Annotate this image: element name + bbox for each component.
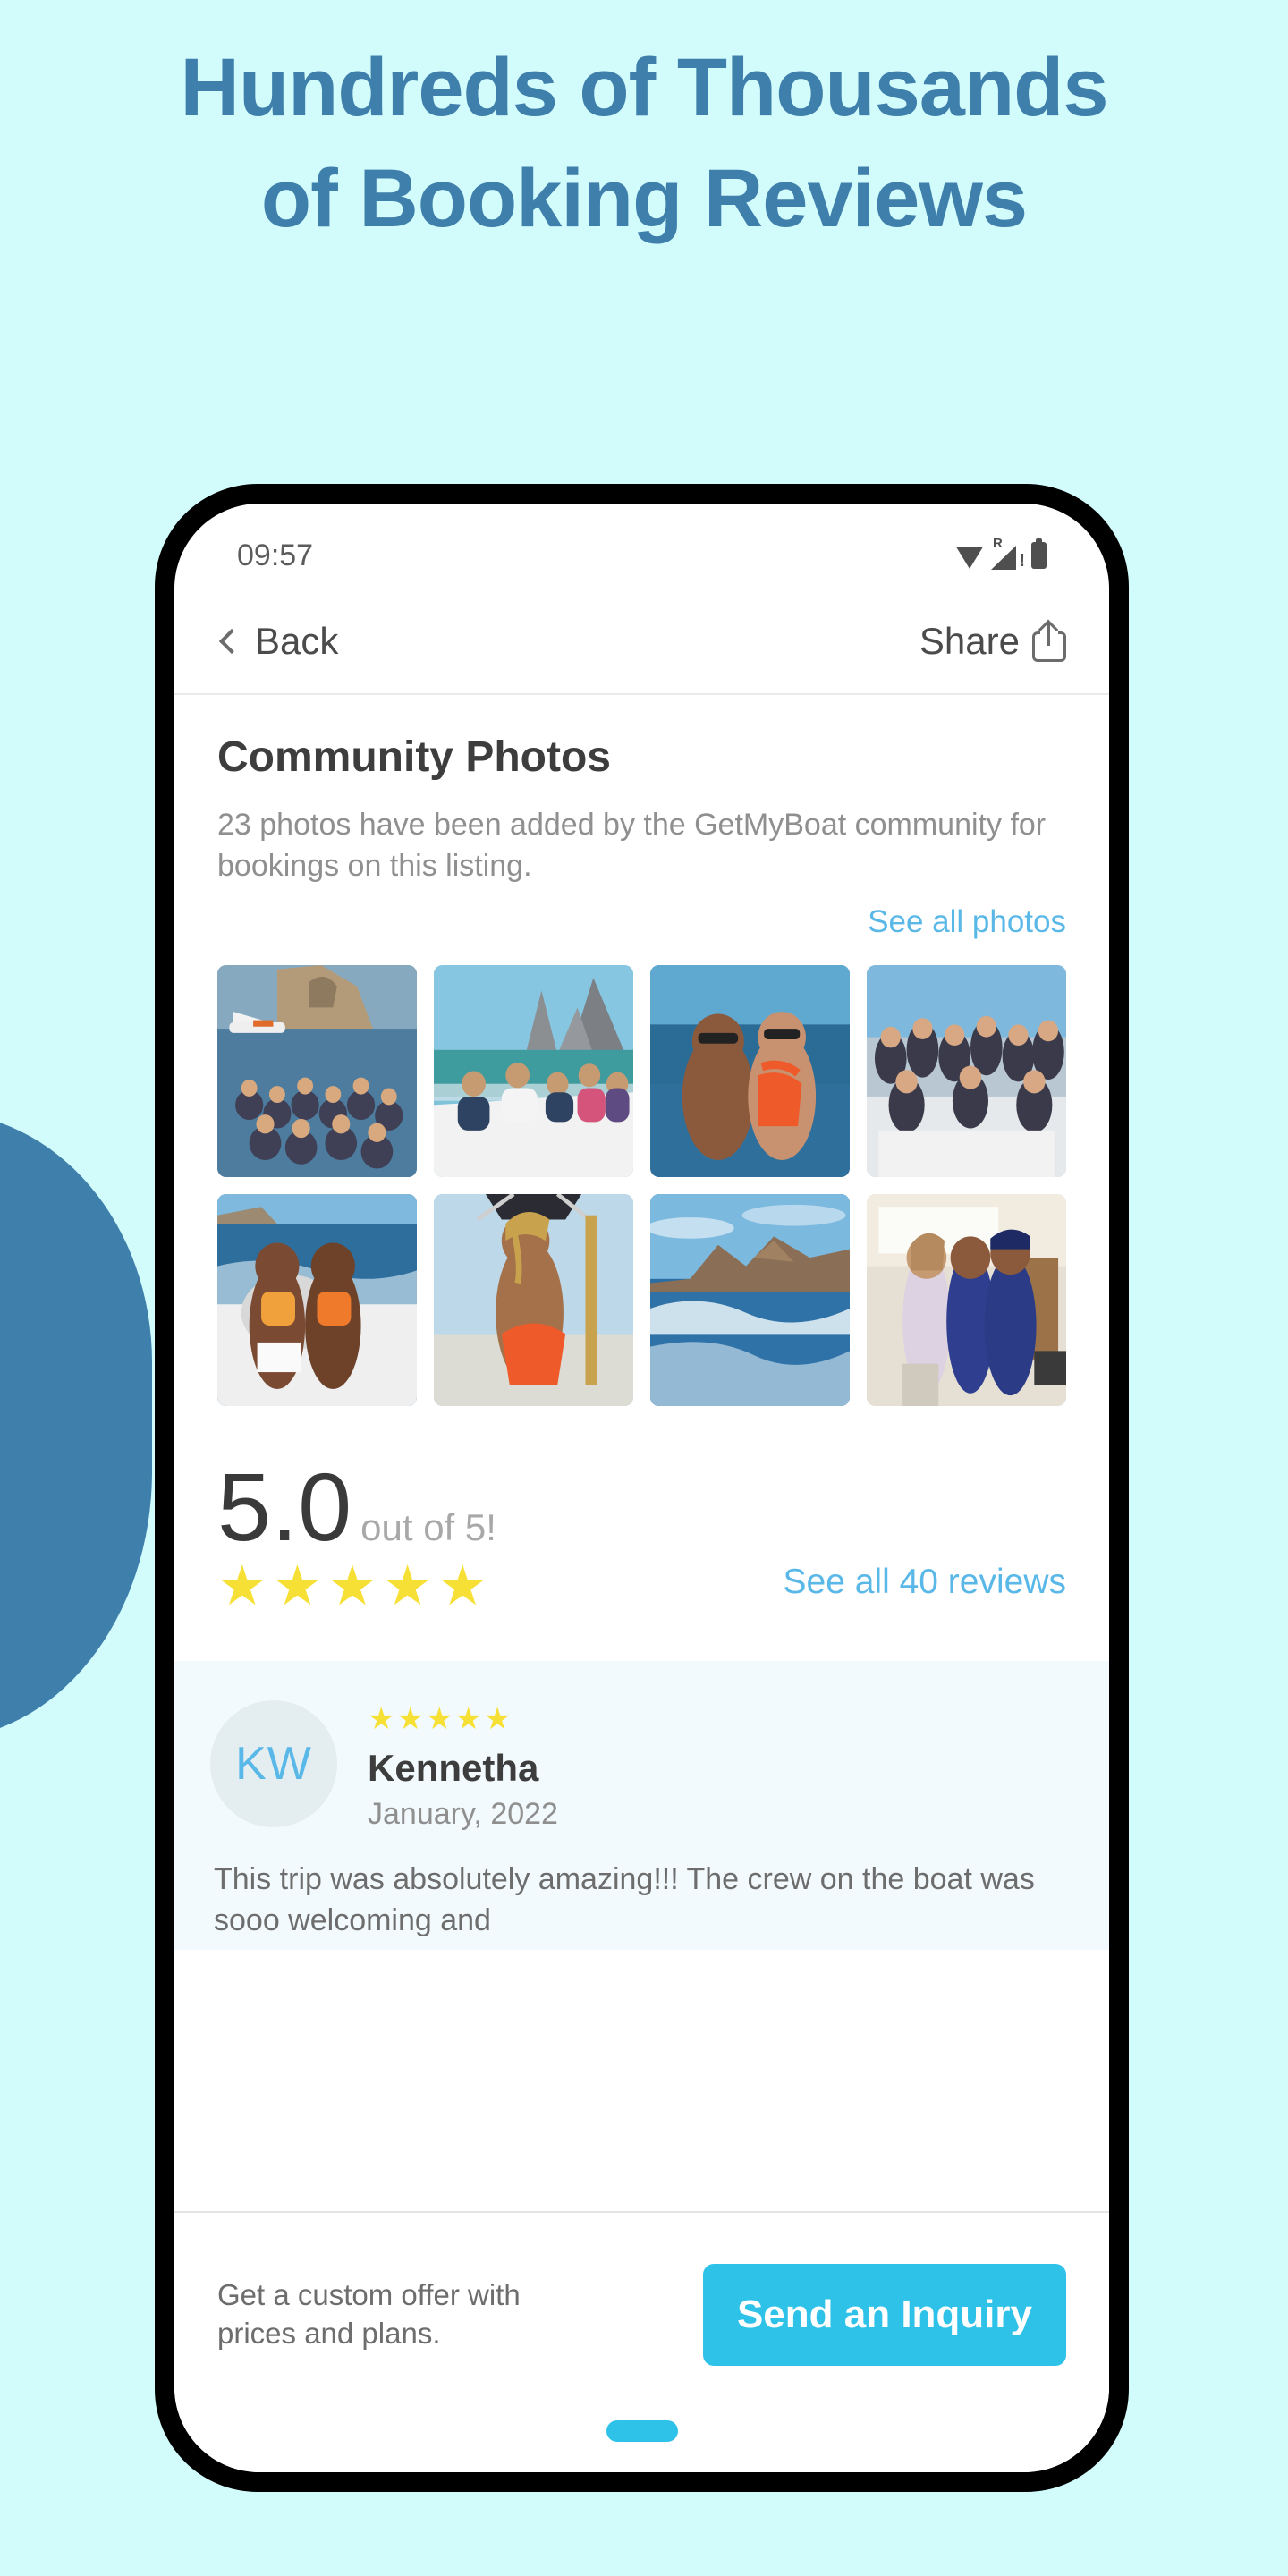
status-time: 09:57 (237, 538, 314, 572)
nav-bar: Back Share (174, 589, 1109, 695)
photo-thumbnail[interactable] (217, 1194, 417, 1407)
rating-left: 5.0 out of 5! ★★★★★ (217, 1453, 496, 1617)
rating-out-of-label: out of 5! (360, 1506, 496, 1549)
wifi-icon (956, 547, 983, 569)
rating-stars: ★★★★★ (217, 1555, 493, 1617)
see-all-photos-link[interactable]: See all photos (217, 904, 1066, 940)
see-all-reviews-link[interactable]: See all 40 reviews (784, 1563, 1067, 1614)
chevron-left-icon (218, 628, 245, 655)
photo-thumbnail[interactable] (650, 1194, 850, 1407)
content-fade-overlay (174, 2157, 1109, 2211)
status-icons: R ! (956, 536, 1046, 571)
avatar: KW (210, 1699, 337, 1827)
review-body: This trip was absolutely amazing!!! The … (214, 1861, 1035, 1937)
review-stars: ★★★★★ (368, 1701, 513, 1736)
home-indicator[interactable] (606, 2420, 678, 2442)
photo-thumbnail[interactable] (217, 965, 417, 1178)
status-bar: 09:57 R ! (174, 504, 1109, 589)
review-meta: ★★★★★ Kennetha January, 2022 (368, 1700, 558, 1832)
review-date: January, 2022 (368, 1796, 558, 1831)
photo-thumbnail[interactable] (434, 1194, 633, 1407)
rating-number-row: 5.0 out of 5! (217, 1453, 496, 1562)
share-label: Share (919, 620, 1020, 662)
rating-score: 5.0 (217, 1453, 352, 1562)
reviewer-name: Kennetha (368, 1746, 539, 1789)
phone-frame: 09:57 R ! Back Share Community Photos 23… (155, 484, 1129, 2492)
back-button[interactable]: Back (217, 620, 338, 663)
community-photos-section: Community Photos 23 photos have been add… (174, 733, 1109, 1614)
review-card[interactable]: KW ★★★★★ Kennetha January, 2022 This tri… (174, 1660, 1109, 1951)
cta-text: Get a custom offer with prices and plans… (217, 2278, 521, 2350)
photo-thumbnail[interactable] (867, 965, 1066, 1178)
photo-thumbnail[interactable] (434, 965, 633, 1178)
signal-roaming-icon: R ! (991, 536, 1025, 571)
back-label: Back (255, 620, 339, 662)
headline-line-1: Hundreds of Thousands (180, 42, 1109, 133)
signal-alert-icon: ! (1019, 551, 1025, 571)
review-header: KW ★★★★★ Kennetha January, 2022 (210, 1699, 1073, 1832)
roaming-label: R (993, 536, 1003, 551)
community-photo-grid (217, 965, 1066, 1407)
share-button[interactable]: Share (919, 619, 1066, 663)
phone-screen: 09:57 R ! Back Share Community Photos 23… (174, 504, 1109, 2472)
rating-summary: 5.0 out of 5! ★★★★★ See all 40 reviews (217, 1453, 1067, 1617)
send-inquiry-button[interactable]: Send an Inquiry (702, 2264, 1066, 2366)
photo-thumbnail[interactable] (867, 1194, 1066, 1407)
headline-line-2: of Booking Reviews (260, 153, 1028, 244)
share-icon (1032, 619, 1066, 662)
community-photos-description: 23 photos have been added by the GetMyBo… (217, 808, 1046, 883)
page-headline: Hundreds of Thousands of Booking Reviews (0, 47, 1288, 240)
photo-thumbnail[interactable] (650, 965, 850, 1178)
decorative-blob (0, 1112, 152, 1740)
cta-bar: Get a custom offer with prices and plans… (174, 2211, 1109, 2390)
battery-icon (1031, 538, 1046, 569)
listing-content[interactable]: Community Photos 23 photos have been add… (174, 695, 1109, 2211)
section-title-community-photos: Community Photos (217, 733, 611, 781)
home-indicator-area (174, 2390, 1109, 2472)
